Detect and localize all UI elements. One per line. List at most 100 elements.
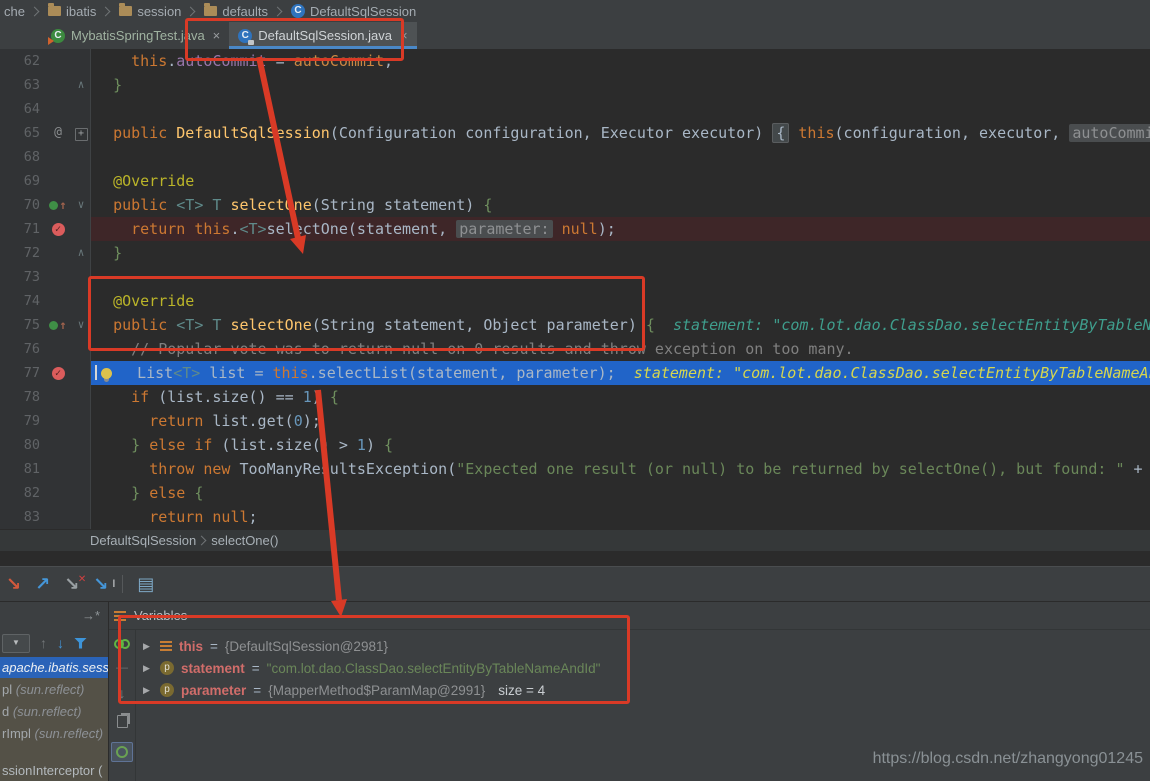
code-line-76[interactable]: 76 // Popular vote was to return null on…: [0, 337, 1150, 361]
tab-MybatisSpringTest.java[interactable]: CMybatisSpringTest.java×: [42, 22, 229, 49]
fold-marker[interactable]: [72, 361, 90, 385]
copy-icon[interactable]: [117, 715, 128, 728]
code-line-74[interactable]: 74 @Override: [0, 289, 1150, 313]
line-number[interactable]: 77: [0, 361, 44, 385]
code-line-63[interactable]: 63∧ }: [0, 73, 1150, 97]
line-number[interactable]: 64: [0, 97, 44, 121]
line-number[interactable]: 83: [0, 505, 44, 529]
editor-breadcrumb-item[interactable]: selectOne(): [211, 533, 278, 548]
code-line-73[interactable]: 73: [0, 265, 1150, 289]
fold-marker[interactable]: [72, 505, 90, 529]
code-editor[interactable]: 62 this.autoCommit = autoCommit;63∧ }646…: [0, 49, 1150, 530]
code-line-65[interactable]: 65@+ public DefaultSqlSession(Configurat…: [0, 121, 1150, 145]
fold-marker[interactable]: ∨: [72, 313, 90, 337]
fold-marker[interactable]: [72, 481, 90, 505]
code-line-83[interactable]: 83 return null;: [0, 505, 1150, 529]
line-number[interactable]: 75: [0, 313, 44, 337]
line-number[interactable]: 79: [0, 409, 44, 433]
stack-frame-row[interactable]: ssionInterceptor (: [0, 760, 108, 781]
fold-marker[interactable]: [72, 49, 90, 73]
fold-marker[interactable]: [72, 169, 90, 193]
breakpoint-icon[interactable]: ✓: [52, 367, 65, 380]
fold-marker[interactable]: [72, 97, 90, 121]
code-line-75[interactable]: 75↑∨ public <T> T selectOne(String state…: [0, 313, 1150, 337]
code-line-69[interactable]: 69 @Override: [0, 169, 1150, 193]
line-number[interactable]: 73: [0, 265, 44, 289]
editor-breadcrumb-item[interactable]: DefaultSqlSession: [90, 533, 196, 548]
override-method-icon[interactable]: [49, 201, 58, 210]
frame-up-icon[interactable]: ↑: [40, 635, 47, 651]
step-out-icon[interactable]: ↗: [35, 574, 50, 594]
filter-frames-icon[interactable]: [74, 638, 87, 649]
line-number[interactable]: 74: [0, 289, 44, 313]
line-number[interactable]: 72: [0, 241, 44, 265]
line-number[interactable]: 71: [0, 217, 44, 241]
tab-DefaultSqlSession.java[interactable]: CDefaultSqlSession.java×: [229, 22, 416, 49]
line-number[interactable]: 68: [0, 145, 44, 169]
code-line-62[interactable]: 62 this.autoCommit = autoCommit;: [0, 49, 1150, 73]
line-number[interactable]: 63: [0, 73, 44, 97]
breadcrumb-item-session[interactable]: session: [115, 4, 185, 19]
expand-triangle-icon[interactable]: ▶: [143, 641, 153, 652]
line-number[interactable]: 78: [0, 385, 44, 409]
line-number[interactable]: 76: [0, 337, 44, 361]
fold-marker[interactable]: [72, 265, 90, 289]
variable-row-parameter[interactable]: ▶pparameter={MapperMethod$ParamMap@2991}…: [137, 679, 1150, 701]
line-number[interactable]: 80: [0, 433, 44, 457]
fold-expand-icon[interactable]: +: [75, 128, 88, 141]
fold-marker[interactable]: [72, 409, 90, 433]
add-watch-icon[interactable]: [114, 637, 130, 649]
line-number[interactable]: 81: [0, 457, 44, 481]
override-method-icon[interactable]: [49, 321, 58, 330]
line-number[interactable]: 82: [0, 481, 44, 505]
expand-triangle-icon[interactable]: ▶: [143, 663, 153, 674]
fold-marker[interactable]: [72, 457, 90, 481]
breadcrumb-item-ibatis[interactable]: ibatis: [44, 4, 100, 19]
drop-frame-icon[interactable]: ↘✕: [64, 574, 79, 594]
stack-frame-row[interactable]: d (sun.reflect): [0, 701, 108, 722]
stack-frame-row[interactable]: apache.ibatis.sessio: [0, 657, 108, 678]
fold-marker[interactable]: ∧: [72, 73, 90, 97]
code-line-80[interactable]: 80 } else if (list.size() > 1) {: [0, 433, 1150, 457]
breadcrumb-item-che[interactable]: che: [0, 4, 29, 19]
fold-marker[interactable]: [72, 289, 90, 313]
line-number[interactable]: 65: [0, 121, 44, 145]
expand-triangle-icon[interactable]: ▶: [143, 685, 153, 696]
code-line-79[interactable]: 79 return list.get(0);: [0, 409, 1150, 433]
stack-frame-row[interactable]: pl (sun.reflect): [0, 679, 108, 700]
breakpoint-icon[interactable]: ✓: [52, 223, 65, 236]
tab-close-icon[interactable]: ×: [400, 28, 408, 43]
show-execution-point-icon[interactable]: →*: [82, 608, 100, 623]
fold-marker[interactable]: [72, 433, 90, 457]
code-line-82[interactable]: 82 } else {: [0, 481, 1150, 505]
variable-row-this[interactable]: ▶this={DefaultSqlSession@2981}: [137, 635, 1150, 657]
fold-marker[interactable]: [72, 145, 90, 169]
tab-close-icon[interactable]: ×: [213, 28, 221, 43]
code-line-81[interactable]: 81 throw new TooManyResultsException("Ex…: [0, 457, 1150, 481]
force-step-into-icon[interactable]: ↘: [6, 574, 21, 594]
breadcrumb-item-defaults[interactable]: defaults: [200, 4, 272, 19]
fold-marker[interactable]: [72, 385, 90, 409]
line-number[interactable]: 62: [0, 49, 44, 73]
fold-marker[interactable]: ∧: [72, 241, 90, 265]
code-line-78[interactable]: 78 if (list.size() == 1) {: [0, 385, 1150, 409]
code-line-68[interactable]: 68: [0, 145, 1150, 169]
code-line-77[interactable]: 77✓ List<T> list = this.selectList(state…: [0, 361, 1150, 385]
variable-row-statement[interactable]: ▶pstatement="com.lot.dao.ClassDao.select…: [137, 657, 1150, 679]
thread-selector-dropdown[interactable]: ▼: [2, 634, 30, 653]
fold-marker[interactable]: ∨: [72, 193, 90, 217]
run-to-cursor-icon[interactable]: ↘I: [93, 574, 108, 594]
frame-down-icon[interactable]: ↓: [57, 635, 64, 651]
stack-frame-row[interactable]: rImpl (sun.reflect): [0, 723, 108, 744]
evaluate-expression-icon[interactable]: ▤: [137, 574, 154, 594]
line-number[interactable]: 70: [0, 193, 44, 217]
intention-bulb-icon[interactable]: [101, 368, 112, 379]
fold-marker[interactable]: [72, 337, 90, 361]
fold-marker[interactable]: [72, 217, 90, 241]
line-number[interactable]: 69: [0, 169, 44, 193]
code-line-72[interactable]: 72∧ }: [0, 241, 1150, 265]
code-line-70[interactable]: 70↑∨ public <T> T selectOne(String state…: [0, 193, 1150, 217]
breadcrumb-item-DefaultSqlSession[interactable]: CDefaultSqlSession: [287, 4, 420, 19]
move-down-icon[interactable]: ↓: [119, 685, 126, 701]
code-line-64[interactable]: 64: [0, 97, 1150, 121]
